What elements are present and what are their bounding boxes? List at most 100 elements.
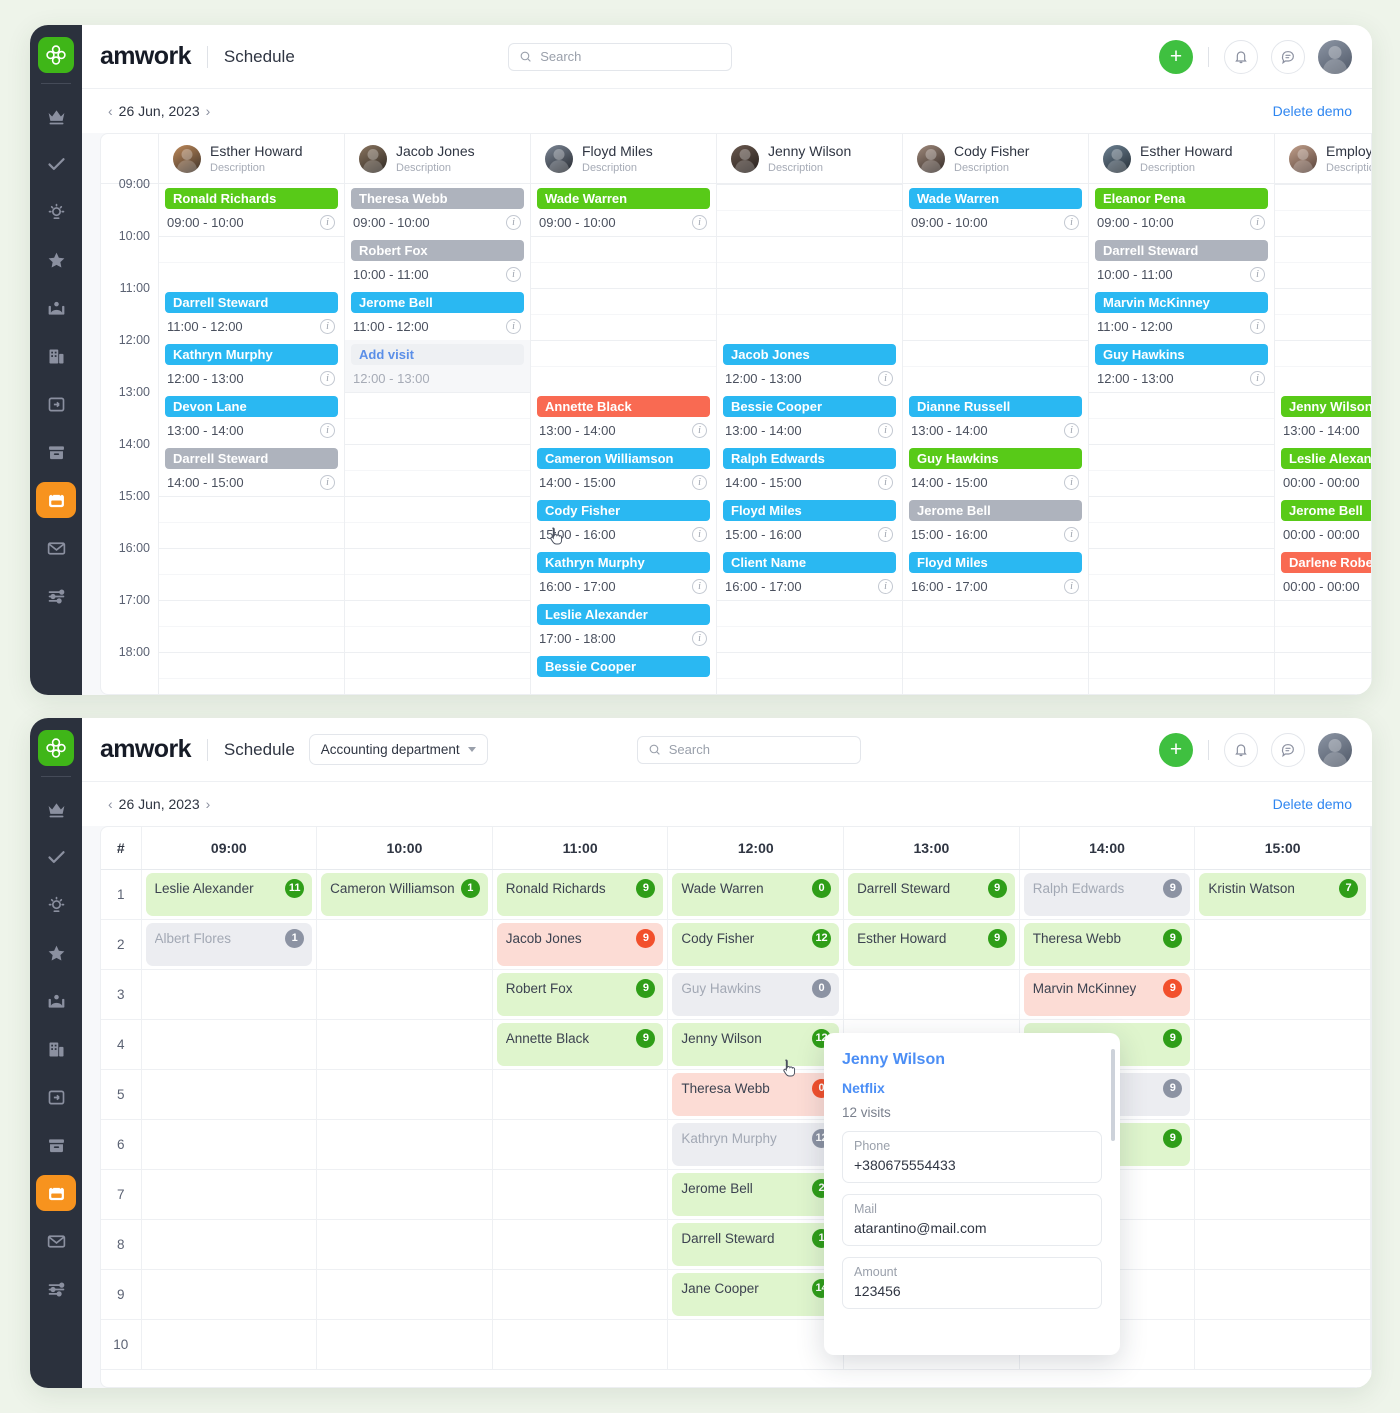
info-icon[interactable]: i xyxy=(878,475,893,490)
table-cell[interactable]: Esther Howard 9 xyxy=(843,919,1020,970)
employee-header[interactable]: Jenny Wilson Description xyxy=(717,134,902,184)
table-cell[interactable]: Jacob Jones 9 xyxy=(492,919,669,970)
search-input[interactable]: Search xyxy=(508,42,733,71)
calendar-event[interactable]: Floyd Miles 16:00 - 17:00 i xyxy=(903,548,1088,600)
calendar-event[interactable]: Annette Black 13:00 - 14:00 i xyxy=(531,392,716,444)
prev-day-button[interactable]: ‹ xyxy=(102,103,119,119)
info-icon[interactable]: i xyxy=(1064,215,1079,230)
calendar-event[interactable]: Guy Hawkins 14:00 - 15:00 i xyxy=(903,444,1088,496)
employee-header[interactable]: Jacob Jones Description xyxy=(345,134,530,184)
sidebar-item-crown-icon[interactable] xyxy=(36,98,76,134)
appointment-chip[interactable]: Annette Black 9 xyxy=(496,1022,664,1066)
calendar-event[interactable]: Darrell Steward 11:00 - 12:00 i xyxy=(159,288,344,340)
appointment-chip[interactable]: Darrell Steward 9 xyxy=(848,872,1015,916)
appointment-chip[interactable]: Esther Howard 9 xyxy=(848,922,1015,966)
info-icon[interactable]: i xyxy=(1250,267,1265,282)
table-cell[interactable]: Albert Flores 1 xyxy=(141,919,318,970)
appointment-chip[interactable]: Wade Warren 0 xyxy=(672,872,840,916)
table-cell[interactable] xyxy=(1194,1069,1371,1120)
table-cell[interactable]: Jenny Wilson 12 xyxy=(667,1019,845,1070)
table-cell[interactable]: Marvin McKinney 9 xyxy=(1019,969,1196,1020)
employee-header[interactable]: Esther Howard Description xyxy=(1089,134,1274,184)
calendar-event[interactable]: Cameron Williamson 14:00 - 15:00 i xyxy=(531,444,716,496)
sidebar-item-calendar-icon[interactable] xyxy=(36,1175,76,1211)
table-cell[interactable]: Theresa Webb 9 xyxy=(1019,919,1196,970)
table-cell[interactable] xyxy=(667,1319,845,1370)
appointment-chip[interactable]: Robert Fox 9 xyxy=(496,972,664,1016)
table-cell[interactable]: Cameron Williamson 1 xyxy=(316,869,493,920)
appointment-chip[interactable]: Albert Flores 1 xyxy=(145,922,313,966)
table-cell[interactable] xyxy=(141,1269,318,1320)
table-cell[interactable]: Cody Fisher 12 xyxy=(667,919,845,970)
calendar-event[interactable]: Jerome Bell 00:00 - 00:00i xyxy=(1275,496,1371,548)
employee-header[interactable]: Cody Fisher Description xyxy=(903,134,1088,184)
table-cell[interactable]: Darrell Steward 9 xyxy=(843,869,1020,920)
calendar-event[interactable]: Bessie Cooper 13:00 - 14:00 i xyxy=(717,392,902,444)
table-cell[interactable] xyxy=(141,1119,318,1170)
info-icon[interactable]: i xyxy=(878,579,893,594)
table-cell[interactable]: Guy Hawkins 0 xyxy=(667,969,845,1020)
calendar-event[interactable]: Guy Hawkins 12:00 - 13:00 i xyxy=(1089,340,1274,392)
bell-icon[interactable] xyxy=(1224,732,1258,767)
sidebar-item-import-icon[interactable] xyxy=(36,386,76,422)
info-icon[interactable]: i xyxy=(1250,319,1265,334)
table-cell[interactable]: Kristin Watson 7 xyxy=(1194,869,1371,920)
appointment-chip[interactable]: Kristin Watson 7 xyxy=(1199,872,1366,916)
table-cell[interactable] xyxy=(492,1119,669,1170)
table-cell[interactable] xyxy=(316,969,493,1020)
next-day-button[interactable]: › xyxy=(200,103,217,119)
info-icon[interactable]: i xyxy=(506,267,521,282)
table-cell[interactable] xyxy=(1194,919,1371,970)
calendar-event[interactable]: Leslie Alexander 17:00 - 18:00 i xyxy=(531,600,716,652)
table-cell[interactable]: Wade Warren 0 xyxy=(667,869,845,920)
calendar-event[interactable]: Dianne Russell 13:00 - 14:00 i xyxy=(903,392,1088,444)
info-icon[interactable]: i xyxy=(1064,527,1079,542)
sidebar-item-building-icon[interactable] xyxy=(36,338,76,374)
info-icon[interactable]: i xyxy=(506,319,521,334)
appointment-chip[interactable]: Jacob Jones 9 xyxy=(496,922,664,966)
sidebar-item-crown-icon[interactable] xyxy=(36,791,76,827)
info-icon[interactable]: i xyxy=(878,371,893,386)
calendar-event[interactable]: Jacob Jones 12:00 - 13:00 i xyxy=(717,340,902,392)
department-select[interactable]: Accounting department xyxy=(308,734,488,765)
calendar-event[interactable]: Kathryn Murphy 16:00 - 17:00 i xyxy=(531,548,716,600)
table-cell[interactable] xyxy=(141,1069,318,1120)
calendar-event[interactable]: Jerome Bell 15:00 - 16:00 i xyxy=(903,496,1088,548)
calendar-event[interactable]: Wade Warren 09:00 - 10:00 i xyxy=(903,184,1088,236)
info-icon[interactable]: i xyxy=(320,319,335,334)
sidebar-item-check-icon[interactable] xyxy=(36,839,76,875)
table-cell[interactable] xyxy=(316,1169,493,1220)
employee-header[interactable]: Floyd Miles Description xyxy=(531,134,716,184)
calendar-event[interactable]: Darrell Steward 14:00 - 15:00 i xyxy=(159,444,344,496)
appointment-chip[interactable]: Leslie Alexander 11 xyxy=(145,872,313,916)
calendar-event[interactable]: Wade Warren 09:00 - 10:00 i xyxy=(531,184,716,236)
sidebar-item-archive-icon[interactable] xyxy=(36,434,76,470)
info-icon[interactable]: i xyxy=(692,215,707,230)
info-icon[interactable]: i xyxy=(692,527,707,542)
calendar-event[interactable]: Client Name 16:00 - 17:00 i xyxy=(717,548,902,600)
next-day-button[interactable]: › xyxy=(200,796,217,812)
sidebar-item-star-icon[interactable] xyxy=(36,242,76,278)
table-cell[interactable]: Robert Fox 9 xyxy=(492,969,669,1020)
column-header-time[interactable]: 11:00 xyxy=(492,827,669,870)
column-header-time[interactable]: 13:00 xyxy=(843,827,1020,870)
calendar-event[interactable]: Jenny Wilson 13:00 - 14:00i xyxy=(1275,392,1371,444)
search-input[interactable]: Search xyxy=(636,735,861,764)
table-cell[interactable] xyxy=(843,969,1020,1020)
appointment-chip[interactable]: Kathryn Murphy 12 xyxy=(672,1122,840,1166)
table-cell[interactable] xyxy=(316,1219,493,1270)
table-cell[interactable] xyxy=(141,1019,318,1070)
table-cell[interactable] xyxy=(492,1069,669,1120)
calendar-event[interactable]: Robert Fox 10:00 - 11:00 i xyxy=(345,236,530,288)
calendar-event[interactable]: Leslie Alexander 00:00 - 00:00i xyxy=(1275,444,1371,496)
table-cell[interactable] xyxy=(316,919,493,970)
calendar-event[interactable]: Eleanor Pena 09:00 - 10:00 i xyxy=(1089,184,1274,236)
info-icon[interactable]: i xyxy=(692,475,707,490)
table-cell[interactable] xyxy=(316,1319,493,1370)
add-button[interactable]: + xyxy=(1159,732,1193,767)
popup-client-name[interactable]: Jenny Wilson xyxy=(842,1051,1102,1069)
appointment-chip[interactable]: Guy Hawkins 0 xyxy=(672,972,840,1016)
info-icon[interactable]: i xyxy=(692,579,707,594)
employee-header[interactable]: Esther Howard Description xyxy=(159,134,344,184)
user-avatar[interactable] xyxy=(1318,732,1352,767)
